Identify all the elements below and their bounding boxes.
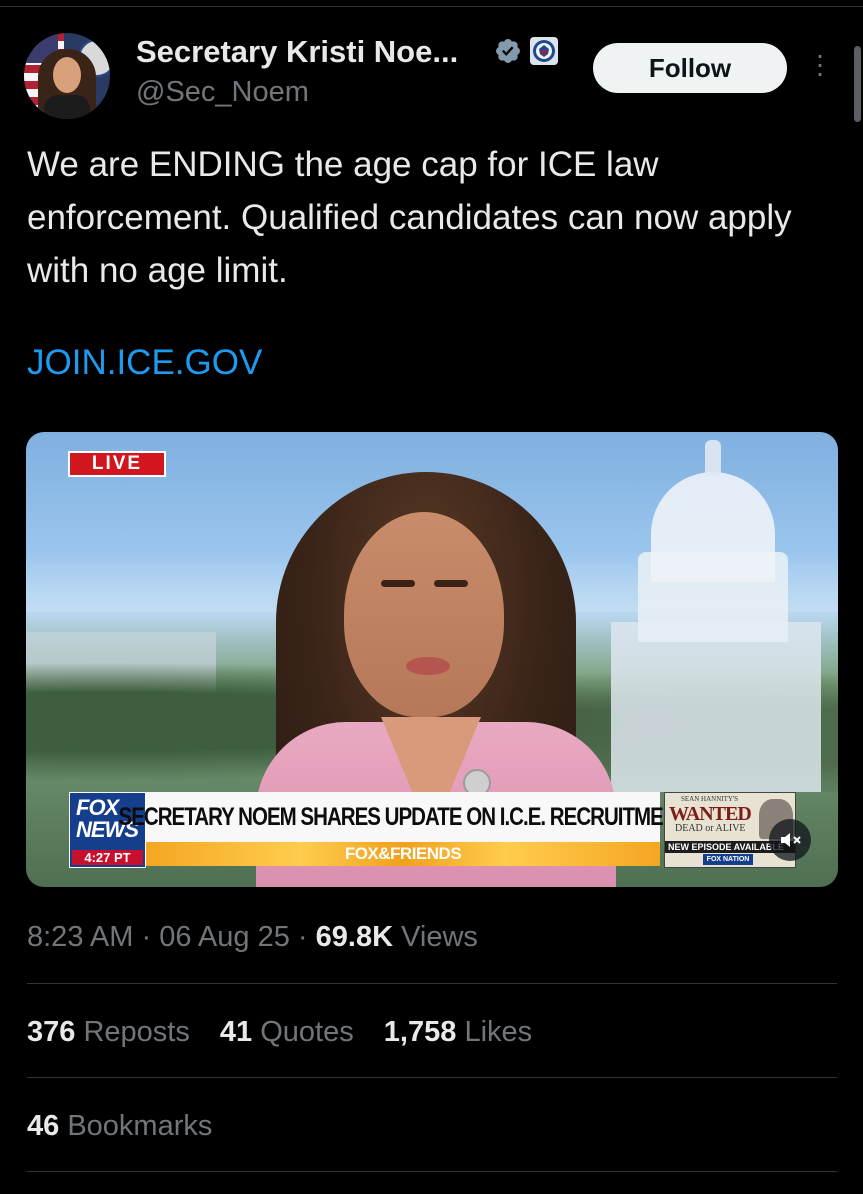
reposts-label: Reposts	[83, 1016, 190, 1048]
reposts-stat[interactable]: 376 Reposts	[27, 1016, 190, 1048]
promo-network: FOX NATION	[703, 854, 753, 865]
show-banner: FOX&FRIENDS	[146, 842, 660, 866]
more-options-icon[interactable]: · · ·	[808, 41, 832, 87]
broadcast-clock: 4:27 PT	[72, 850, 143, 865]
verified-badge-icon	[496, 39, 520, 63]
quotes-label: Quotes	[260, 1016, 354, 1048]
author-handle[interactable]: @Sec_Noem	[136, 76, 309, 109]
tweet-meta: 8:23 AM · 06 Aug 25 · 69.8K Views	[27, 921, 478, 954]
views-label: Views	[401, 921, 478, 953]
engagement-stats: 376 Reposts 41 Quotes 1,758 Likes	[27, 1016, 554, 1049]
meta-separator: ·	[141, 921, 152, 953]
quotes-stat[interactable]: 41 Quotes	[220, 1016, 354, 1048]
divider	[27, 1077, 837, 1078]
quotes-count: 41	[219, 1016, 253, 1048]
show-name: FOX&FRIENDS	[344, 844, 462, 863]
tweet-date[interactable]: 06 Aug 25	[159, 921, 290, 953]
speaker-muted-icon	[781, 833, 801, 847]
dhs-seal-icon	[530, 37, 558, 65]
bookmarks-count: 46	[27, 1110, 60, 1142]
scrollbar[interactable]	[854, 46, 861, 122]
avatar[interactable]	[24, 33, 110, 119]
chyron-text: SECRETARY NOEM SHARES UPDATE ON I.C.E. R…	[118, 802, 689, 831]
bookmarks-stat[interactable]: 46 Bookmarks	[27, 1110, 212, 1143]
reposts-count: 376	[27, 1016, 76, 1048]
bookmarks-label: Bookmarks	[67, 1110, 213, 1142]
likes-label: Likes	[464, 1016, 533, 1048]
divider	[27, 1171, 837, 1172]
author-name[interactable]: Secretary Kristi Noe...	[136, 34, 458, 70]
follow-button[interactable]: Follow	[593, 43, 787, 93]
promo-top: SEAN HANNITY'S	[681, 795, 739, 803]
video-player[interactable]: LIVE FOX NEWS 4:27 PT SECRETARY NOEM SHA…	[26, 432, 838, 887]
divider	[27, 983, 837, 984]
capitol-building	[611, 622, 821, 792]
likes-stat[interactable]: 1,758 Likes	[384, 1016, 532, 1048]
mute-button[interactable]	[769, 819, 811, 861]
meta-separator: ·	[297, 921, 308, 953]
tweet-time[interactable]: 8:23 AM	[27, 921, 133, 953]
live-badge: LIVE	[68, 451, 166, 477]
views-count: 69.8K	[315, 921, 394, 953]
top-divider	[0, 6, 863, 7]
tweet-link[interactable]: JOIN.ICE.GOV	[27, 343, 262, 383]
tweet-text: We are ENDING the age cap for ICE law en…	[27, 145, 792, 290]
promo-subtitle: DEAD or ALIVE	[675, 823, 746, 834]
chyron: SECRETARY NOEM SHARES UPDATE ON I.C.E. R…	[118, 792, 689, 842]
likes-count: 1,758	[383, 1016, 457, 1048]
